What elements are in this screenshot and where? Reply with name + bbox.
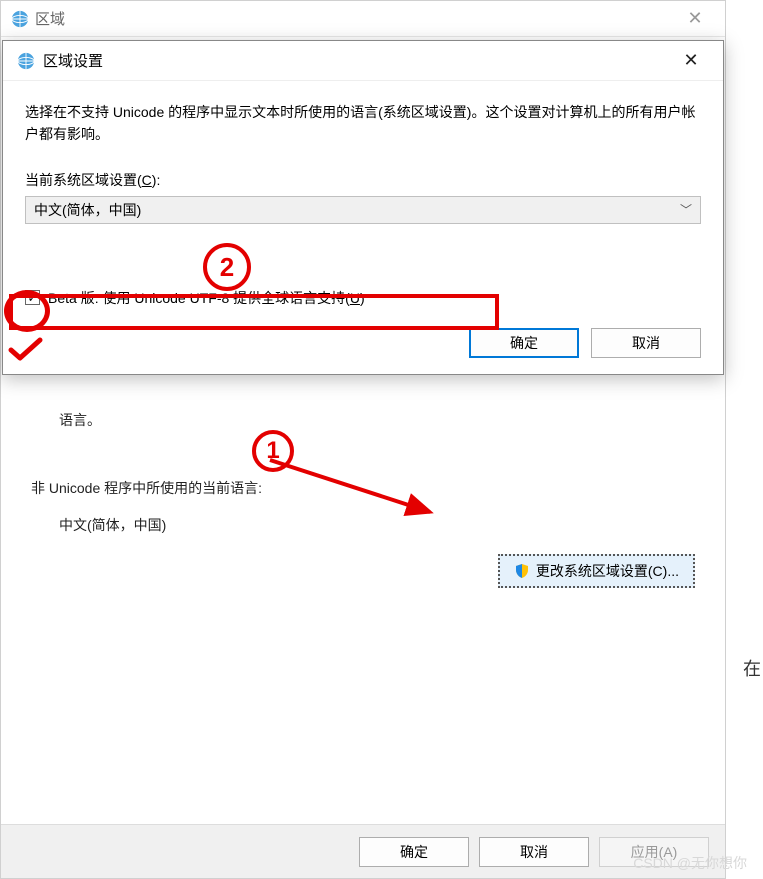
outer-window-title: 区域 <box>35 8 65 29</box>
watermark: CSDN @无你想你 <box>633 853 747 873</box>
globe-icon <box>17 52 35 70</box>
annotation-arrow-icon <box>260 440 460 540</box>
globe-icon <box>11 10 29 28</box>
outer-button-row: 确定 取消 应用(A) <box>1 824 725 878</box>
inner-window-title: 区域设置 <box>43 50 103 71</box>
inner-ok-button[interactable]: 确定 <box>469 328 579 358</box>
locale-combo-value: 中文(简体，中国) <box>34 200 680 220</box>
inner-titlebar: 区域设置 ✕ <box>3 41 723 81</box>
locale-field-label: 当前系统区域设置(C): <box>25 170 701 190</box>
locale-combo[interactable]: 中文(简体，中国) ﹀ <box>25 196 701 224</box>
outer-cancel-button[interactable]: 取消 <box>479 837 589 867</box>
inner-body: 选择在不支持 Unicode 的程序中显示文本时所使用的语言(系统区域设置)。这… <box>3 81 723 374</box>
change-locale-button[interactable]: 更改系统区域设置(C)... <box>498 554 695 588</box>
dialog-description: 选择在不支持 Unicode 的程序中显示文本时所使用的语言(系统区域设置)。这… <box>25 101 701 146</box>
inner-button-row: 确定 取消 <box>25 328 701 358</box>
annotation-checkmark-icon <box>8 336 44 364</box>
chevron-down-icon: ﹀ <box>680 201 692 218</box>
outer-titlebar: 区域 ✕ <box>1 1 725 37</box>
change-locale-label: 更改系统区域设置(C)... <box>536 561 679 581</box>
outer-close-button[interactable]: ✕ <box>675 8 715 29</box>
utf8-checkbox-label: Beta 版: 使用 Unicode UTF-8 提供全球语言支持(U) <box>48 288 365 308</box>
truncated-text: 语言。 <box>59 409 695 431</box>
side-fragment: 在 <box>743 655 763 685</box>
outer-ok-button[interactable]: 确定 <box>359 837 469 867</box>
utf8-checkbox[interactable]: ✓ <box>25 290 40 305</box>
inner-cancel-button[interactable]: 取消 <box>591 328 701 358</box>
region-settings-dialog: 区域设置 ✕ 选择在不支持 Unicode 的程序中显示文本时所使用的语言(系统… <box>2 40 724 375</box>
inner-close-button[interactable]: ✕ <box>673 50 709 71</box>
utf8-checkbox-row: ✓ Beta 版: 使用 Unicode UTF-8 提供全球语言支持(U) <box>25 288 701 308</box>
shield-icon <box>514 563 530 579</box>
